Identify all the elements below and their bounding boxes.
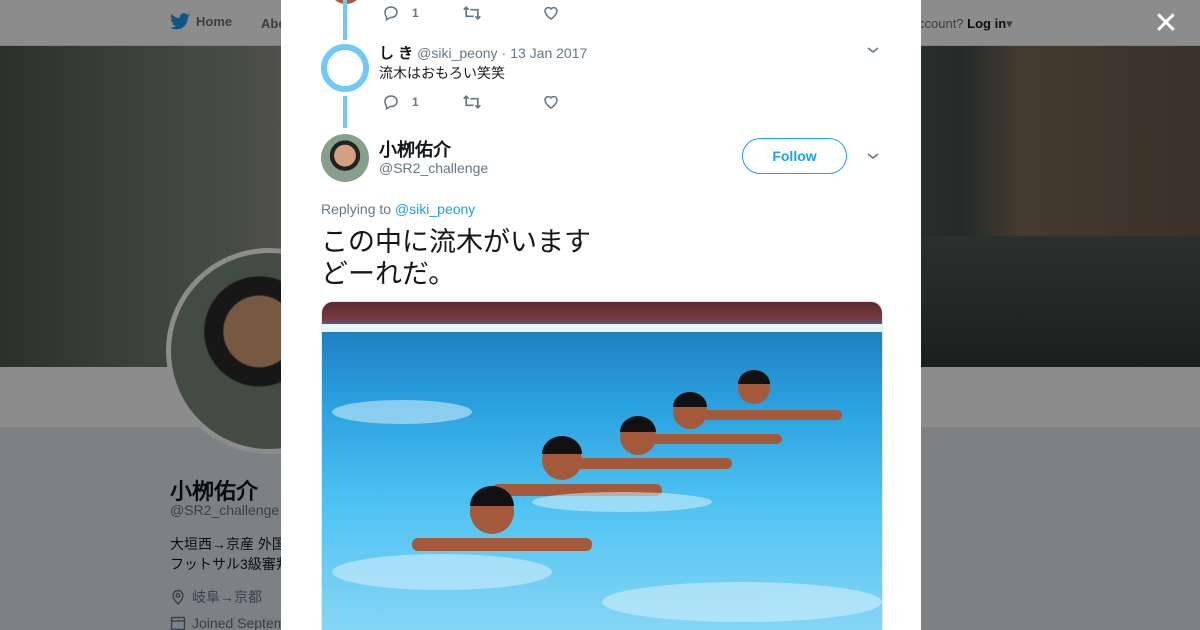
tweet-permalink-modal: 1 し き @siki_peony · 13 Jan 2017 流木はおもろい笑… — [281, 0, 921, 630]
chevron-down-icon[interactable] — [865, 42, 881, 58]
swimmers — [412, 372, 842, 551]
retweet-icon — [463, 94, 481, 110]
main-tweet-text-line1: この中に流木がいます — [321, 227, 591, 257]
main-tweet-text: この中に流木がいます どーれだ。 — [321, 226, 591, 290]
like-action[interactable] — [542, 4, 622, 22]
main-tweet-text-line2: どーれだ。 — [321, 259, 456, 289]
tweet-photo[interactable] — [321, 301, 883, 630]
replying-prefix: Replying to — [321, 201, 392, 217]
main-tweet-author-name[interactable]: 小栁佑介 — [379, 136, 451, 162]
main-tweet-author-handle[interactable]: @SR2_challenge — [379, 160, 488, 176]
reply-action[interactable]: 1 — [382, 93, 462, 111]
reply-count: 1 — [412, 95, 419, 109]
follow-button[interactable]: Follow — [742, 138, 847, 174]
replying-to-context: Replying to @siki_peony — [321, 201, 475, 217]
like-icon — [544, 95, 558, 109]
photo-scene — [322, 324, 882, 622]
reply-tweet-header: し き @siki_peony · 13 Jan 2017 — [379, 42, 587, 63]
retweet-action[interactable] — [462, 4, 542, 22]
reply-icon — [384, 95, 398, 111]
like-icon — [544, 6, 558, 20]
retweet-icon — [463, 5, 481, 21]
thread-connector — [343, 96, 347, 128]
reply-icon — [384, 6, 398, 22]
water-splash — [332, 400, 882, 622]
reply-tweet-date[interactable]: 13 Jan 2017 — [510, 45, 587, 61]
reply-tweet-avatar[interactable] — [321, 44, 369, 92]
reply-count: 1 — [412, 6, 419, 20]
reply-tweet-author-handle[interactable]: @siki_peony — [417, 45, 497, 61]
replying-to-link[interactable]: @siki_peony — [395, 201, 475, 217]
like-action[interactable] — [542, 93, 622, 111]
retweet-action[interactable] — [462, 93, 542, 111]
reply-tweet-author-name[interactable]: し き — [379, 42, 413, 63]
main-tweet-avatar[interactable] — [321, 134, 369, 182]
reply-action[interactable]: 1 — [382, 4, 462, 22]
reply-tweet-text: 流木はおもろい笑笑 — [379, 65, 505, 81]
chevron-down-icon[interactable] — [865, 148, 881, 164]
previous-tweet-actions: 1 — [382, 4, 622, 22]
close-icon[interactable]: ✕ — [1152, 9, 1180, 39]
meta-separator: · — [501, 45, 507, 61]
reply-tweet-actions: 1 — [382, 93, 622, 111]
thread-connector — [343, 0, 347, 40]
